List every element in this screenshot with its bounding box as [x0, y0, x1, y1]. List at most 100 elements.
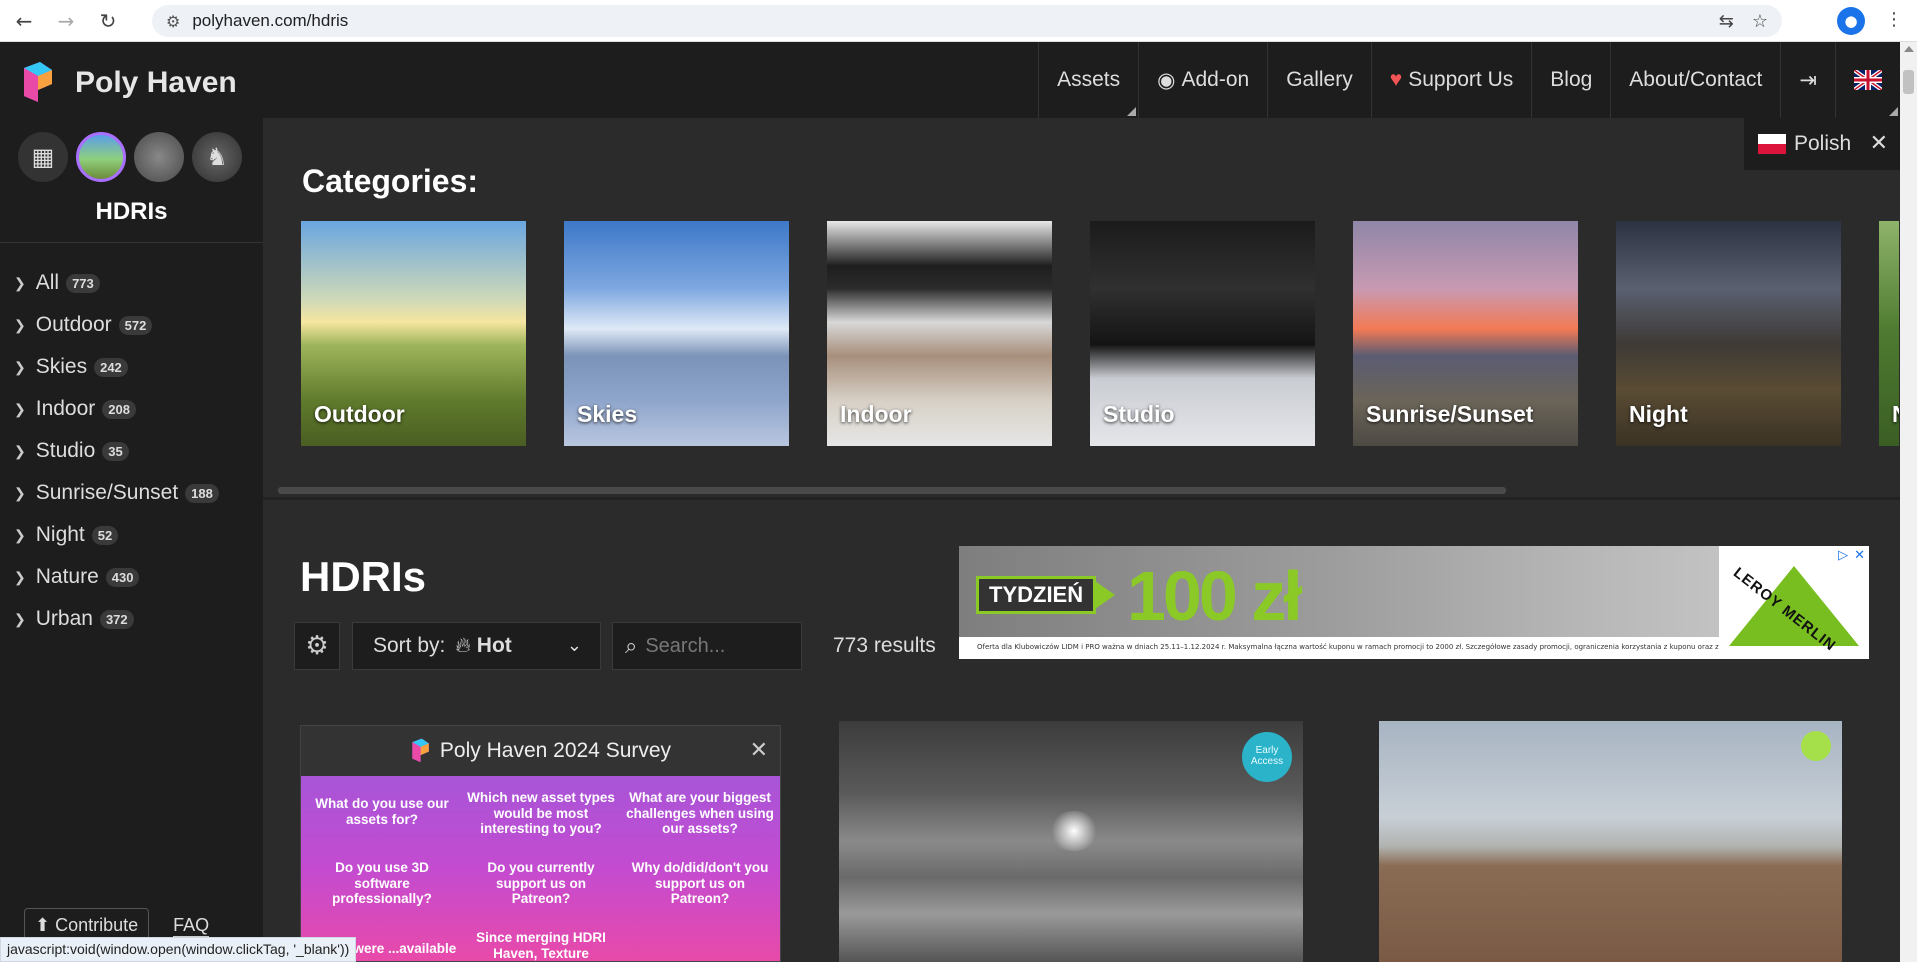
main-nav: Assets ◉ Add-on Gallery ♥ Support Us Blog …: [1038, 42, 1900, 118]
nav-blog[interactable]: Blog: [1531, 42, 1610, 118]
count-badge: 430: [105, 567, 140, 587]
nav-about-contact[interactable]: About/Contact: [1610, 42, 1780, 118]
page-scrollbar[interactable]: [1900, 42, 1917, 962]
texture-type-icon[interactable]: [134, 132, 184, 182]
category-card-skies[interactable]: Skies: [564, 221, 789, 446]
model-type-icon[interactable]: ♞: [192, 132, 242, 182]
carousel-scroll-thumb[interactable]: [278, 487, 1506, 494]
sidebar-item-studio[interactable]: ❯ Studio 35: [14, 430, 219, 472]
nav-assets[interactable]: Assets: [1038, 42, 1138, 118]
category-card-nature[interactable]: N: [1879, 221, 1899, 446]
sidebar-item-indoor[interactable]: ❯ Indoor 208: [14, 388, 219, 430]
adchoices-icon[interactable]: ▷: [1838, 548, 1848, 563]
site-header: Poly Haven Assets ◉ Add-on Gallery ♥ Suppo…: [0, 42, 1900, 118]
nav-about-contact-label: About/Contact: [1629, 68, 1763, 91]
settings-button[interactable]: ⚙: [294, 622, 340, 670]
contribute-label: Contribute: [55, 915, 139, 935]
reload-icon[interactable]: ↻: [90, 3, 126, 39]
upload-icon: ⬆: [35, 915, 56, 935]
address-bar[interactable]: ⚙ polyhaven.com/hdris ⇆ ☆: [152, 5, 1782, 37]
count-badge: 773: [66, 273, 100, 293]
results-count: 773 results: [833, 634, 936, 657]
ad-banner[interactable]: TYDZIEŃ 100 zł LEROY MERLIN Oferta dla K…: [959, 546, 1869, 659]
close-icon[interactable]: ✕: [1870, 130, 1888, 156]
search-box[interactable]: ⌕: [612, 622, 802, 670]
flame-icon: 🔥︎: [455, 634, 471, 657]
sidebar-item-night[interactable]: ❯ Night 52: [14, 514, 219, 556]
caret-icon: [1127, 107, 1137, 116]
page-scroll-thumb[interactable]: [1903, 70, 1914, 94]
count-badge: 208: [102, 399, 136, 419]
category-card-indoor[interactable]: Indoor: [827, 221, 1052, 446]
page-title: HDRIs: [300, 553, 427, 600]
survey-question: Do you use 3D software professionally?: [332, 860, 432, 907]
category-carousel: Outdoor Skies Indoor Studio Sunrise/Suns…: [301, 221, 1899, 446]
login-icon[interactable]: ⇥: [1780, 42, 1835, 118]
scroll-up-icon[interactable]: [1904, 46, 1914, 52]
site-title[interactable]: Poly Haven: [75, 66, 237, 100]
sidebar-item-outdoor[interactable]: ❯ Outdoor 572: [14, 304, 219, 346]
sidebar-item-skies[interactable]: ❯ Skies 242: [14, 346, 219, 388]
ad-badge: TYDZIEŃ: [976, 576, 1116, 614]
category-card-label: Studio: [1103, 401, 1175, 427]
close-icon[interactable]: ✕: [750, 738, 768, 763]
faq-link[interactable]: FAQ: [173, 915, 210, 937]
heart-icon: ♥: [1389, 68, 1403, 91]
category-card-outdoor[interactable]: Outdoor: [301, 221, 526, 446]
nav-gallery[interactable]: Gallery: [1267, 42, 1371, 118]
bookmark-star-icon[interactable]: ☆: [1752, 11, 1768, 32]
category-card-studio[interactable]: Studio: [1090, 221, 1315, 446]
early-access-badge: Early Access: [1242, 732, 1292, 782]
chevron-right-icon: ❯: [14, 358, 26, 375]
nav-assets-label: Assets: [1057, 68, 1121, 91]
sidebar-item-urban[interactable]: ❯ Urban 372: [14, 598, 219, 640]
nav-add-on[interactable]: ◉ Add-on: [1138, 42, 1267, 118]
count-badge: 188: [185, 483, 219, 503]
all-assets-grid-icon[interactable]: ▦: [18, 132, 68, 182]
sidebar-item-sunrise-sunset[interactable]: ❯ Sunrise/Sunset 188: [14, 472, 219, 514]
sidebar-item-all[interactable]: ❯ All 773: [14, 262, 219, 304]
survey-card[interactable]: Poly Haven 2024 Survey ✕ What do you use…: [300, 725, 781, 962]
chevron-right-icon: ❯: [14, 526, 26, 543]
survey-question: Why do/did/don't you support us on Patre…: [631, 860, 769, 907]
hdri-thumbnail[interactable]: [1379, 721, 1842, 962]
category-card-label: Outdoor: [314, 401, 405, 427]
browser-menu-icon[interactable]: ⋮: [1885, 9, 1903, 30]
close-icon[interactable]: ✕: [1854, 548, 1865, 563]
search-input[interactable]: [645, 634, 786, 658]
site-info-icon[interactable]: ⚙: [166, 12, 180, 31]
hdri-type-icon[interactable]: [76, 132, 126, 182]
survey-question: Since merging HDRI Haven, Texture: [476, 930, 606, 961]
category-card-sunrise-sunset[interactable]: Sunrise/Sunset: [1353, 221, 1578, 446]
nav-support-us[interactable]: ♥ Support Us: [1370, 42, 1532, 118]
uk-flag-icon: [1854, 70, 1882, 90]
chevron-right-icon: ❯: [14, 274, 26, 291]
back-icon[interactable]: ←: [6, 3, 42, 39]
light-glow: [1049, 811, 1099, 851]
category-card-label: Night: [1629, 401, 1688, 427]
chevron-right-icon: ❯: [14, 610, 26, 627]
category-list: ❯ All 773 ❯ Outdoor 572 ❯ Skies 242 ❯ Indoor 208…: [14, 262, 219, 640]
ad-amount: 100 zł: [1127, 557, 1303, 635]
sidebar-item-label: Urban: [35, 607, 93, 630]
category-card-label: N: [1892, 401, 1899, 428]
forward-icon[interactable]: →: [48, 3, 84, 39]
language-suggestion[interactable]: Polish ✕: [1744, 118, 1900, 170]
sidebar-item-label: Studio: [35, 439, 96, 462]
profile-avatar-icon[interactable]: ●: [1837, 7, 1865, 35]
language-label[interactable]: Polish: [1794, 132, 1851, 156]
sidebar-item-label: Indoor: [35, 397, 96, 420]
ad-fine-print: Oferta dla Klubowiczów LIDM i PRO ważna …: [959, 637, 1719, 659]
hdri-thumbnail[interactable]: [839, 721, 1303, 962]
address-url[interactable]: polyhaven.com/hdris: [192, 11, 348, 31]
sidebar-item-label: Skies: [35, 355, 88, 378]
poly-haven-logo-icon[interactable]: [20, 62, 54, 104]
count-badge: 35: [102, 441, 129, 461]
sidebar-item-nature[interactable]: ❯ Nature 430: [14, 556, 219, 598]
nav-language[interactable]: [1835, 42, 1900, 118]
caret-icon: [1889, 107, 1898, 116]
translate-icon[interactable]: ⇆: [1719, 11, 1734, 32]
poly-haven-logo-icon: [412, 738, 429, 763]
sort-dropdown[interactable]: Sort by: 🔥︎ Hot ⌄: [352, 622, 601, 670]
category-card-night[interactable]: Night: [1616, 221, 1841, 446]
